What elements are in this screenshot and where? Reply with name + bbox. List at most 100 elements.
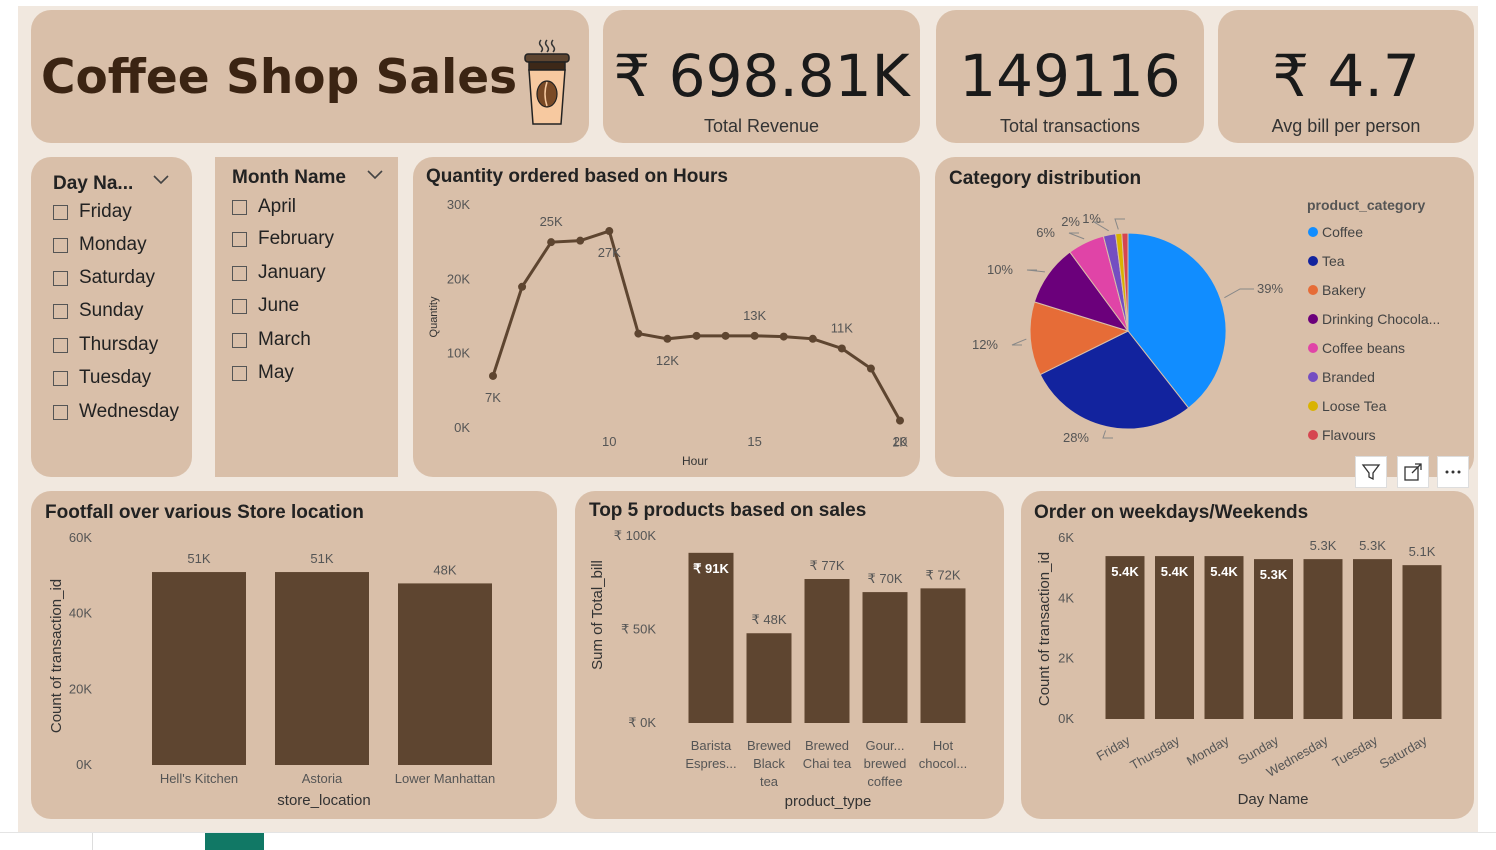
- checkbox[interactable]: [232, 332, 247, 348]
- data-point: [547, 238, 556, 247]
- y-tick-label: 20K: [69, 681, 92, 696]
- x-tick-label: Saturday: [1377, 732, 1430, 771]
- bar: [1204, 556, 1244, 719]
- month-option-january[interactable]: January: [232, 262, 326, 284]
- day-option-label: Saturday: [79, 267, 156, 288]
- month-option-april[interactable]: April: [232, 196, 296, 218]
- month-option-label: May: [258, 362, 294, 383]
- data-point: [721, 331, 730, 340]
- data-label: 5.4K: [1111, 564, 1139, 579]
- day-option-tuesday[interactable]: Tuesday: [53, 367, 151, 389]
- data-point: [634, 329, 643, 338]
- data-point: [896, 416, 904, 425]
- checkbox[interactable]: [232, 365, 247, 381]
- month-option-label: January: [258, 262, 326, 283]
- y-axis-title: Quantity: [428, 296, 440, 337]
- day-option-wednesday[interactable]: Wednesday: [53, 401, 179, 423]
- page-tab-active[interactable]: [205, 833, 264, 850]
- checkbox[interactable]: [232, 199, 247, 215]
- chevron-down-icon[interactable]: [152, 174, 170, 186]
- data-point: [779, 332, 788, 341]
- legend-label: Loose Tea: [1322, 398, 1387, 414]
- data-label: 5.1K: [1409, 544, 1436, 559]
- bar: [862, 592, 908, 723]
- chevron-down-icon[interactable]: [366, 169, 384, 181]
- day-option-friday[interactable]: Friday: [53, 201, 132, 223]
- kpi-total-transactions-label: Total transactions: [999, 116, 1141, 136]
- data-label: 1K: [892, 435, 908, 450]
- checkbox[interactable]: [232, 265, 247, 281]
- leader-line: [1114, 218, 1125, 230]
- checkbox[interactable]: [53, 404, 68, 420]
- store-footfall-chart-card[interactable]: Footfall over various Store location 0K 2…: [31, 491, 557, 819]
- month-slicer-title: Month Name: [232, 167, 346, 188]
- data-point: [808, 334, 817, 343]
- y-axis-title: Sum of Total_bill: [589, 560, 606, 670]
- data-label: ₹ 48K: [751, 612, 786, 627]
- category-distribution-pie-chart: 39% 28% 12% 10% 6% 2% 1% product_category Coffee…: [972, 197, 1440, 445]
- checkbox[interactable]: [232, 231, 247, 247]
- data-point: [750, 331, 759, 340]
- day-option-monday[interactable]: Monday: [53, 234, 147, 256]
- data-label: 25K: [540, 214, 563, 229]
- month-option-label: February: [258, 228, 335, 249]
- checkbox[interactable]: [53, 337, 68, 353]
- x-tick-label: Black: [753, 756, 785, 771]
- focus-mode-button[interactable]: [1397, 456, 1429, 488]
- month-option-february[interactable]: February: [232, 228, 334, 250]
- x-axis-title: Day Name: [1238, 791, 1309, 808]
- legend-label: Branded: [1322, 369, 1375, 385]
- day-option-label: Tuesday: [79, 367, 152, 388]
- y-tick-label: 0K: [454, 420, 470, 435]
- x-tick-label: Espres...: [685, 756, 736, 771]
- day-option-saturday[interactable]: Saturday: [53, 267, 155, 289]
- checkbox[interactable]: [53, 237, 68, 253]
- more-options-button[interactable]: [1437, 456, 1469, 488]
- y-tick-label: ₹ 100K: [614, 528, 657, 543]
- data-point: [489, 371, 497, 380]
- month-option-may[interactable]: May: [232, 362, 294, 384]
- title-card: Coffee Shop Sales: [31, 10, 589, 143]
- y-axis-title: Count of transaction_id: [1036, 552, 1053, 706]
- checkbox[interactable]: [53, 204, 68, 220]
- checkbox[interactable]: [232, 298, 247, 314]
- leader-line: [1224, 288, 1254, 299]
- x-tick-label: Brewed: [805, 738, 849, 753]
- top-products-chart-card[interactable]: Top 5 products based on sales ₹ 0K ₹ 50K ₹…: [575, 491, 1004, 819]
- day-option-sunday[interactable]: Sunday: [53, 300, 143, 322]
- data-label: 51K: [310, 551, 333, 566]
- legend-label: Drinking Chocola...: [1322, 311, 1440, 327]
- y-tick-label: 20K: [447, 271, 470, 286]
- legend-label: Flavours: [1322, 427, 1376, 443]
- bar: [152, 572, 246, 765]
- slice-label: 39%: [1257, 281, 1283, 296]
- kpi-total-revenue-card[interactable]: ₹ 698.81K Total Revenue: [603, 10, 920, 143]
- page-tab[interactable]: [92, 833, 206, 850]
- x-tick-label: Monday: [1184, 732, 1232, 768]
- bar: [1105, 556, 1145, 719]
- kpi-total-transactions-card[interactable]: 149116 Total transactions: [936, 10, 1204, 143]
- kpi-avg-bill-card[interactable]: ₹ 4.7 Avg bill per person: [1218, 10, 1474, 143]
- x-tick-label: Barista: [691, 738, 732, 753]
- month-option-june[interactable]: June: [232, 295, 299, 317]
- weekday-orders-chart-card[interactable]: Order on weekdays/Weekends 0K 2K 4K 6K 5.4K F…: [1021, 491, 1474, 819]
- kpi-total-revenue-label: Total Revenue: [703, 116, 820, 136]
- x-tick-label: Hell's Kitchen: [160, 771, 238, 786]
- month-option-label: April: [258, 196, 297, 217]
- day-option-thursday[interactable]: Thursday: [53, 334, 158, 356]
- x-tick-label: 10: [602, 434, 616, 449]
- y-tick-label: 4K: [1058, 590, 1074, 605]
- category-distribution-chart-card[interactable]: Category distribution 39% 28% 12% 10% 6% 2% 1%…: [935, 157, 1474, 477]
- data-label: 13K: [743, 308, 766, 323]
- filter-button[interactable]: [1355, 456, 1387, 488]
- day-option-label: Friday: [79, 201, 132, 222]
- more-options-icon: [1445, 470, 1461, 474]
- kpi-total-revenue-value: ₹ 698.81K: [613, 42, 910, 110]
- checkbox[interactable]: [53, 303, 68, 319]
- x-tick-label: tea: [760, 774, 779, 789]
- month-option-march[interactable]: March: [232, 329, 311, 351]
- checkbox[interactable]: [53, 270, 68, 286]
- y-axis-title: Count of transaction_id: [48, 579, 65, 733]
- checkbox[interactable]: [53, 370, 68, 386]
- hourly-quantity-chart-card[interactable]: Quantity ordered based on Hours 0K 10K 20K…: [413, 157, 920, 477]
